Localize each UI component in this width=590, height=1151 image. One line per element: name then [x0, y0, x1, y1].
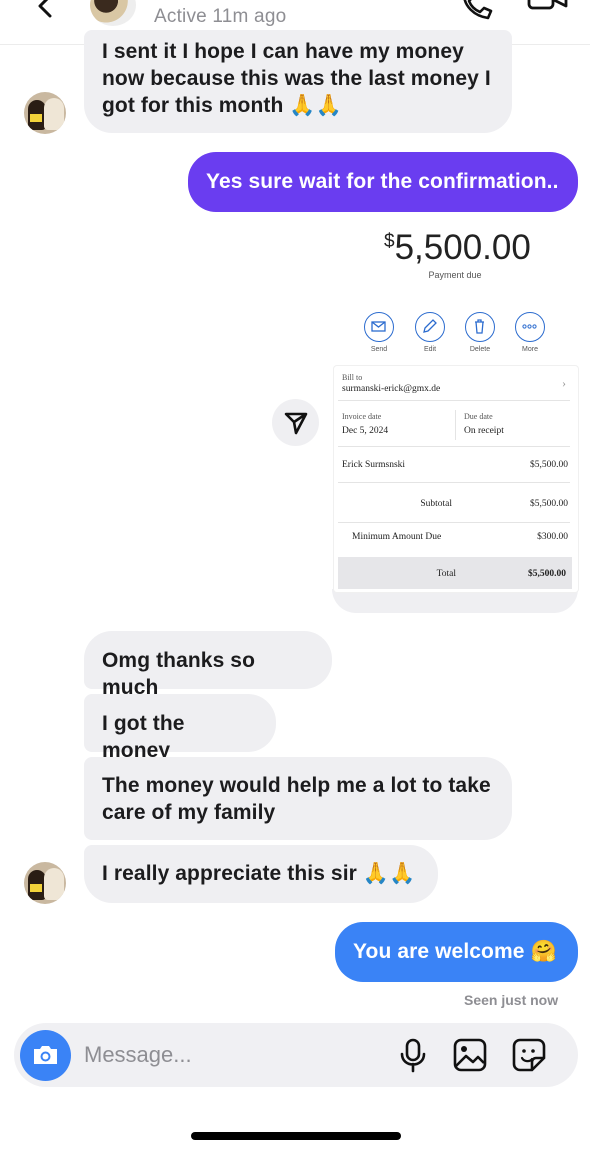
message-bubble-incoming[interactable]: Omg thanks so much: [84, 631, 332, 699]
due-date-label: Due date: [464, 412, 493, 421]
total-value: $5,500.00: [528, 569, 566, 579]
bill-to-email: surmanski-erick@gmx.de: [342, 384, 441, 394]
message-text: You are welcome: [353, 940, 525, 963]
message-text: The money would help me a lot to take: [102, 774, 491, 797]
pray-emoji: 🙏🙏: [289, 94, 342, 117]
minimum-due-value: $300.00: [537, 532, 568, 542]
more-icon: [515, 312, 545, 342]
action-label: Delete: [469, 346, 491, 353]
invoice-date: Dec 5, 2024: [342, 426, 389, 436]
microphone-icon[interactable]: [394, 1036, 432, 1074]
camera-icon[interactable]: [20, 1030, 71, 1081]
chevron-right-icon: ›: [562, 376, 566, 390]
action-label: Edit: [423, 346, 437, 353]
invoice-amount: $5,500.00: [384, 228, 531, 267]
minimum-due-label: Minimum Amount Due: [352, 532, 442, 542]
back-arrow-icon[interactable]: [30, 0, 60, 22]
active-status: Active 11m ago: [154, 6, 287, 27]
message-text: Omg thanks so much: [102, 649, 255, 699]
total-label: Total: [436, 569, 456, 579]
edit-icon: [415, 312, 445, 342]
hug-emoji: 🤗: [530, 940, 557, 963]
trash-icon: [465, 312, 495, 342]
action-label: More: [522, 346, 538, 353]
message-text: now because this was the last money I: [102, 67, 491, 90]
gallery-icon[interactable]: [451, 1036, 489, 1074]
message-bubble-incoming[interactable]: I really appreciate this sir 🙏🙏: [84, 845, 438, 903]
message-text: I sent it I hope I can have my money: [102, 40, 464, 63]
subtotal-label: Subtotal: [420, 499, 452, 509]
action-label: Send: [370, 346, 388, 353]
video-camera-icon[interactable]: [526, 0, 570, 20]
invoice-date-label: Invoice date: [342, 412, 382, 421]
message-bubble-outgoing[interactable]: You are welcome 🤗: [335, 922, 578, 982]
share-icon[interactable]: [272, 399, 319, 446]
line-item-amount: $5,500.00: [530, 460, 568, 470]
message-bubble-incoming[interactable]: I sent it I hope I can have my money now…: [84, 30, 512, 133]
message-input[interactable]: [84, 1040, 364, 1070]
subtotal-value: $5,500.00: [530, 499, 568, 509]
message-text: Yes sure wait for the confirmation..: [206, 170, 559, 193]
message-bubble-incoming[interactable]: The money would help me a lot to take ca…: [84, 757, 512, 840]
message-text: I got the money: [102, 712, 185, 762]
send-icon: [364, 312, 394, 342]
message-bubble-incoming[interactable]: I got the money: [84, 694, 276, 762]
bill-to-label: Bill to: [342, 373, 363, 382]
contact-avatar[interactable]: [24, 92, 66, 134]
line-item-name: Erick Surmsnski: [342, 460, 406, 470]
home-indicator: [191, 1132, 401, 1140]
phone-icon[interactable]: [458, 0, 494, 22]
message-bubble-outgoing[interactable]: Yes sure wait for the confirmation..: [188, 152, 578, 212]
sticker-icon[interactable]: [510, 1036, 548, 1074]
message-text: got for this month: [102, 94, 284, 117]
payment-due-label: Payment due: [428, 270, 482, 280]
pray-emoji: 🙏🙏: [362, 862, 416, 885]
message-text: care of my family: [102, 801, 276, 824]
seen-status: Seen just now: [464, 992, 559, 1008]
contact-avatar[interactable]: [24, 862, 66, 904]
message-text: I really appreciate this sir: [102, 862, 357, 885]
due-date: On receipt: [464, 426, 504, 436]
